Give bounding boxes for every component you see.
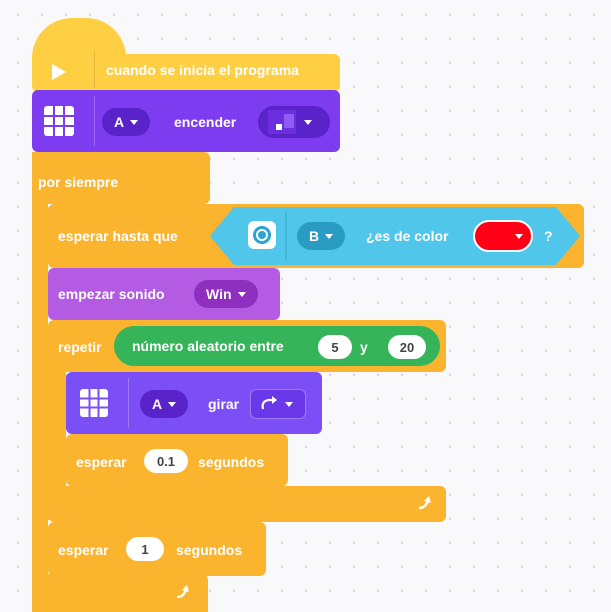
motor-matrix-icon — [80, 389, 108, 417]
repeat-label: repetir — [58, 339, 102, 355]
light-action-label: encender — [174, 114, 237, 130]
motor-action-label: girar — [208, 396, 240, 412]
loop-arrow-icon — [176, 585, 189, 599]
random-max-input[interactable]: 20 — [388, 335, 426, 359]
seconds-label-2: segundos — [176, 542, 243, 558]
chevron-down-icon — [515, 233, 523, 239]
pixel-pattern-icon — [268, 110, 296, 134]
random-min-input[interactable]: 5 — [318, 335, 352, 359]
chevron-down-icon — [285, 401, 293, 407]
chevron-down-icon — [168, 401, 177, 407]
light-pattern-dropdown[interactable] — [258, 106, 330, 138]
start-sound-label: empezar sonido — [58, 286, 165, 302]
is-color-label: ¿es de color — [366, 228, 449, 244]
sound-dropdown[interactable]: Win — [194, 280, 258, 308]
repeat-bottom — [48, 486, 446, 522]
seconds-label: segundos — [198, 454, 265, 470]
when-program-starts-block[interactable]: cuando se inicia el programa — [32, 18, 340, 92]
wait-value-input[interactable]: 0.1 — [144, 449, 188, 473]
wait-until-label: esperar hasta que — [58, 228, 178, 244]
chevron-down-icon — [325, 233, 334, 239]
wait-seconds-block-2[interactable]: esperar 1 segundos — [48, 522, 266, 576]
wait-label: esperar — [76, 454, 127, 470]
wait-value-input-2[interactable]: 1 — [126, 537, 164, 561]
port-dropdown-b[interactable]: B — [297, 222, 346, 250]
random-and-label: y — [360, 339, 368, 355]
color-dropdown[interactable] — [473, 220, 533, 252]
wait-seconds-block[interactable]: esperar 0.1 segundos — [66, 434, 288, 486]
random-between-label: número aleatorio entre — [132, 338, 284, 354]
color-sensor-icon — [248, 221, 276, 249]
rotate-clockwise-icon — [261, 396, 277, 410]
chevron-down-icon — [237, 291, 246, 297]
repeat-block[interactable]: repetir número aleatorio entre 5 y 20 — [48, 320, 446, 372]
loop-arrow-icon — [418, 496, 431, 510]
chevron-down-icon — [304, 119, 312, 125]
chevron-down-icon — [130, 119, 139, 125]
question-mark: ? — [544, 228, 553, 244]
direction-dropdown[interactable] — [250, 389, 306, 419]
when-program-starts-label: cuando se inicia el programa — [106, 62, 299, 78]
forever-label: por siempre — [38, 174, 119, 190]
motor-run-block[interactable]: A girar — [66, 372, 322, 434]
start-sound-block[interactable]: empezar sonido Win — [48, 268, 280, 320]
wait-label-2: esperar — [58, 542, 109, 558]
light-matrix-block[interactable]: A encender — [32, 90, 340, 152]
play-icon — [52, 64, 66, 80]
port-dropdown-a[interactable]: A — [102, 108, 151, 136]
motor-port-dropdown[interactable]: A — [140, 390, 189, 418]
light-matrix-icon — [44, 106, 74, 136]
